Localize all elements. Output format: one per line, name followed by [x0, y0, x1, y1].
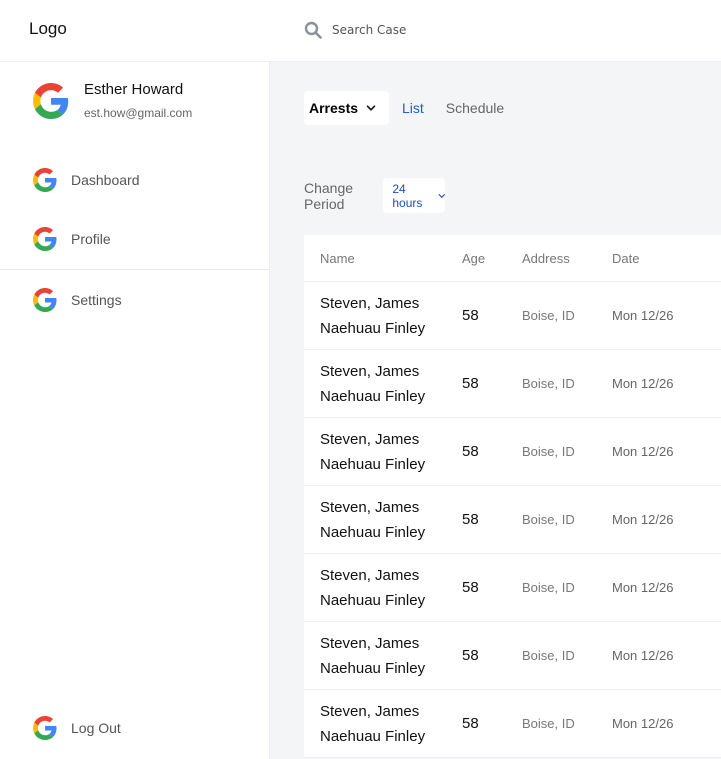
- name-line: Naehuau Finley: [320, 455, 426, 473]
- app-logo[interactable]: Logo: [29, 19, 67, 39]
- date-cell: Mon 12/26: [612, 512, 674, 527]
- name-cell: Steven, James Naehuau Finley: [304, 563, 462, 613]
- column-header-address[interactable]: Address: [522, 251, 612, 266]
- table-body: Steven, James Naehuau Finley 58 Boise, ID Mo…: [304, 282, 721, 758]
- table-row[interactable]: Steven, James Naehuau Finley 58 Boise, ID Mo…: [304, 282, 721, 350]
- column-header-name[interactable]: Name: [304, 251, 462, 266]
- name-cell: Steven, James Naehuau Finley: [304, 631, 462, 681]
- category-dropdown-label: Arrests: [309, 100, 359, 116]
- sidebar-item-dashboard[interactable]: Dashboard: [33, 168, 140, 192]
- age-cell: 58: [462, 307, 479, 324]
- age-cell: 58: [462, 715, 479, 732]
- name-line: Naehuau Finley: [320, 591, 426, 609]
- search-bar[interactable]: [304, 19, 512, 41]
- name-cell: Steven, James Naehuau Finley: [304, 495, 462, 545]
- name-line: Steven, James: [320, 294, 420, 312]
- name-line: Naehuau Finley: [320, 319, 426, 337]
- age-cell: 58: [462, 579, 479, 596]
- date-cell: Mon 12/26: [612, 648, 674, 663]
- avatar: [33, 83, 69, 119]
- sidebar-item-label: Profile: [71, 231, 111, 247]
- user-name: Esther Howard: [84, 81, 184, 98]
- google-icon: [33, 227, 57, 251]
- name-line: Steven, James: [320, 566, 420, 584]
- name-cell: Steven, James Naehuau Finley: [304, 427, 462, 477]
- name-line: Steven, James: [320, 498, 420, 516]
- name-line: Steven, James: [320, 702, 420, 720]
- period-value: 24 hours: [392, 181, 423, 210]
- table-row[interactable]: Steven, James Naehuau Finley 58 Boise, ID Mo…: [304, 486, 721, 554]
- table-row[interactable]: Steven, James Naehuau Finley 58 Boise, ID Mo…: [304, 690, 721, 758]
- google-icon: [33, 288, 57, 312]
- name-line: Naehuau Finley: [320, 727, 426, 745]
- name-cell: Steven, James Naehuau Finley: [304, 699, 462, 749]
- user-email: est.how@gmail.com: [84, 106, 193, 120]
- age-cell: 58: [462, 375, 479, 392]
- name-cell: Steven, James Naehuau Finley: [304, 359, 462, 409]
- search-input[interactable]: [332, 23, 512, 37]
- logout-label: Log Out: [71, 720, 121, 736]
- sidebar-item-profile[interactable]: Profile: [33, 227, 111, 251]
- table-row[interactable]: Steven, James Naehuau Finley 58 Boise, ID Mo…: [304, 622, 721, 690]
- date-cell: Mon 12/26: [612, 444, 674, 459]
- sidebar: Esther Howard est.how@gmail.com Dashboar…: [0, 62, 270, 759]
- view-tabs: Arrests List Schedule: [304, 91, 504, 125]
- table-row[interactable]: Steven, James Naehuau Finley 58 Boise, ID Mo…: [304, 554, 721, 622]
- period-selector: Change Period 24 hours: [304, 178, 446, 213]
- sidebar-item-label: Settings: [71, 292, 122, 308]
- address-cell: Boise, ID: [522, 580, 575, 595]
- google-icon: [33, 716, 57, 740]
- logout-button[interactable]: Log Out: [33, 716, 121, 740]
- search-icon[interactable]: [304, 21, 322, 39]
- sidebar-item-label: Dashboard: [71, 172, 140, 188]
- address-cell: Boise, ID: [522, 308, 575, 323]
- age-cell: 58: [462, 511, 479, 528]
- address-cell: Boise, ID: [522, 512, 575, 527]
- address-cell: Boise, ID: [522, 716, 575, 731]
- tab-schedule[interactable]: Schedule: [446, 100, 504, 116]
- date-cell: Mon 12/26: [612, 376, 674, 391]
- address-cell: Boise, ID: [522, 648, 575, 663]
- column-header-age[interactable]: Age: [462, 251, 522, 266]
- age-cell: 58: [462, 647, 479, 664]
- table-row[interactable]: Steven, James Naehuau Finley 58 Boise, ID Mo…: [304, 418, 721, 486]
- chevron-down-icon: [366, 105, 376, 111]
- date-cell: Mon 12/26: [612, 716, 674, 731]
- table-header: Name Age Address Date: [304, 235, 721, 282]
- tab-list[interactable]: List: [402, 100, 424, 116]
- date-cell: Mon 12/26: [612, 308, 674, 323]
- age-cell: 58: [462, 443, 479, 460]
- arrests-table: Name Age Address Date Steven, James Naehu…: [304, 235, 721, 758]
- name-line: Naehuau Finley: [320, 659, 426, 677]
- name-line: Steven, James: [320, 362, 420, 380]
- period-dropdown[interactable]: 24 hours: [383, 178, 446, 213]
- name-line: Steven, James: [320, 430, 420, 448]
- period-label: Change Period: [304, 179, 354, 212]
- top-bar: Logo: [0, 0, 721, 62]
- name-line: Naehuau Finley: [320, 523, 426, 541]
- name-line: Naehuau Finley: [320, 387, 426, 405]
- address-cell: Boise, ID: [522, 376, 575, 391]
- sidebar-item-settings[interactable]: Settings: [33, 288, 122, 312]
- user-profile[interactable]: Esther Howard est.how@gmail.com: [33, 81, 192, 120]
- sidebar-divider: [0, 269, 269, 270]
- name-line: Steven, James: [320, 634, 420, 652]
- address-cell: Boise, ID: [522, 444, 575, 459]
- google-icon: [33, 168, 57, 192]
- table-row[interactable]: Steven, James Naehuau Finley 58 Boise, ID Mo…: [304, 350, 721, 418]
- chevron-down-icon: [438, 193, 445, 198]
- category-dropdown[interactable]: Arrests: [304, 91, 389, 125]
- name-cell: Steven, James Naehuau Finley: [304, 291, 462, 341]
- column-header-date[interactable]: Date: [612, 251, 712, 266]
- date-cell: Mon 12/26: [612, 580, 674, 595]
